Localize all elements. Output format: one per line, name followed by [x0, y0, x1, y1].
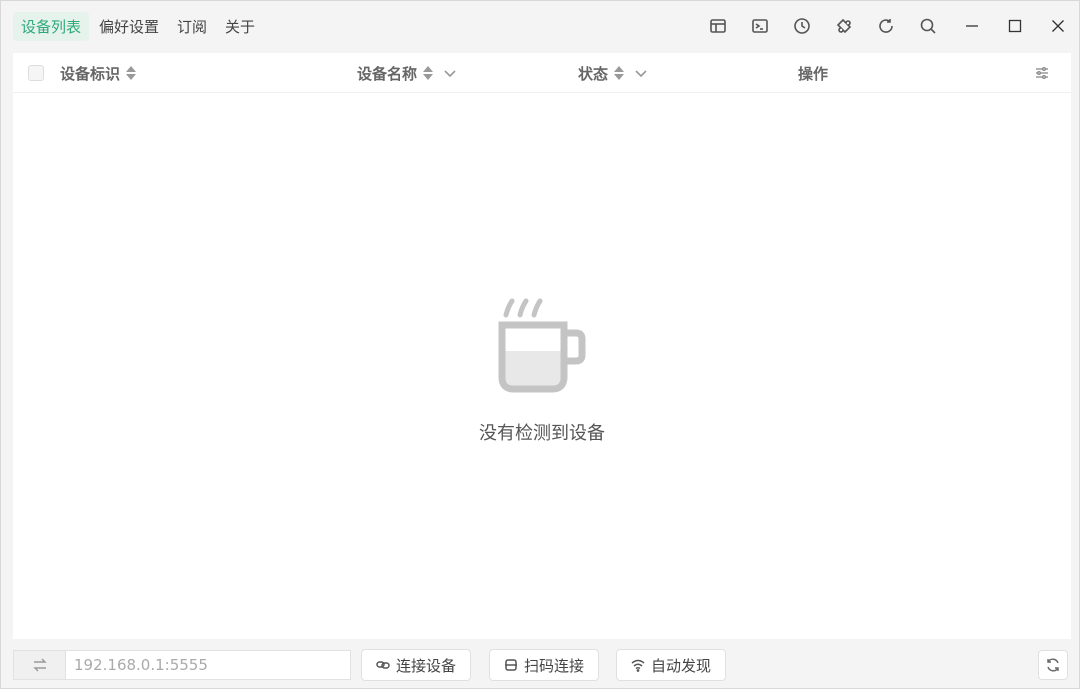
toolbar: [697, 1, 949, 51]
device-address-input[interactable]: [65, 650, 351, 680]
menu-item-subscription[interactable]: 订阅: [169, 12, 215, 41]
refresh-icon[interactable]: [865, 1, 907, 51]
auto-discover-label: 自动发现: [651, 656, 712, 675]
connect-device-button[interactable]: 连接设备: [361, 649, 472, 681]
menu-item-preferences[interactable]: 偏好设置: [91, 12, 167, 41]
sort-icon[interactable]: [423, 66, 434, 80]
coffee-cup-icon: [496, 293, 588, 397]
column-header-device-id[interactable]: 设备标识: [60, 53, 137, 93]
search-icon[interactable]: [907, 1, 949, 51]
sync-icon[interactable]: [1038, 650, 1068, 680]
scan-connect-button[interactable]: 扫码连接: [489, 649, 600, 681]
column-label-device-id: 设备标识: [60, 64, 121, 83]
extension-icon[interactable]: [823, 1, 865, 51]
menu-item-about[interactable]: 关于: [217, 12, 263, 41]
device-table-panel: 设备标识 设备名称 状态 操作 没有检测到设备: [13, 53, 1071, 639]
scan-connect-label: 扫码连接: [524, 656, 585, 675]
chevron-down-icon[interactable]: [443, 66, 457, 80]
maximize-icon[interactable]: [993, 1, 1036, 51]
table-header: 设备标识 设备名称 状态 操作: [13, 53, 1071, 93]
close-icon[interactable]: [1036, 1, 1079, 51]
column-header-device-name[interactable]: 设备名称: [357, 53, 457, 93]
sort-icon[interactable]: [126, 66, 137, 80]
minimize-icon[interactable]: [950, 1, 993, 51]
title-bar: 设备列表 偏好设置 订阅 关于: [1, 1, 1079, 51]
menu-item-device-list[interactable]: 设备列表: [13, 11, 90, 41]
auto-discover-button[interactable]: 自动发现: [616, 649, 727, 681]
sort-icon[interactable]: [614, 66, 625, 80]
window-controls: [950, 1, 1079, 51]
scan-icon: [505, 659, 517, 671]
empty-state: 没有检测到设备: [13, 293, 1071, 445]
chevron-down-icon[interactable]: [634, 66, 648, 80]
column-settings-icon[interactable]: [1033, 64, 1051, 82]
column-label-device-name: 设备名称: [357, 64, 418, 83]
connect-device-label: 连接设备: [396, 656, 457, 675]
app-window: 设备列表 偏好设置 订阅 关于 设备标识 设备名称 状态 操作 没有检测到设备 …: [0, 0, 1080, 689]
bottom-bar: 连接设备 扫码连接 自动发现: [1, 641, 1079, 688]
column-label-actions: 操作: [798, 64, 829, 83]
column-header-status[interactable]: 状态: [578, 53, 648, 93]
column-label-status: 状态: [578, 64, 609, 83]
select-all-checkbox[interactable]: [28, 65, 44, 81]
empty-state-text: 没有检测到设备: [479, 423, 605, 444]
terminal-icon[interactable]: [739, 1, 781, 51]
column-header-actions: 操作: [798, 53, 828, 93]
main-menu: 设备列表 偏好设置 订阅 关于: [1, 1, 265, 51]
layout-icon[interactable]: [697, 1, 739, 51]
history-icon[interactable]: [781, 1, 823, 51]
wifi-icon: [631, 659, 645, 672]
swap-icon[interactable]: [13, 650, 65, 680]
link-icon: [376, 661, 390, 669]
